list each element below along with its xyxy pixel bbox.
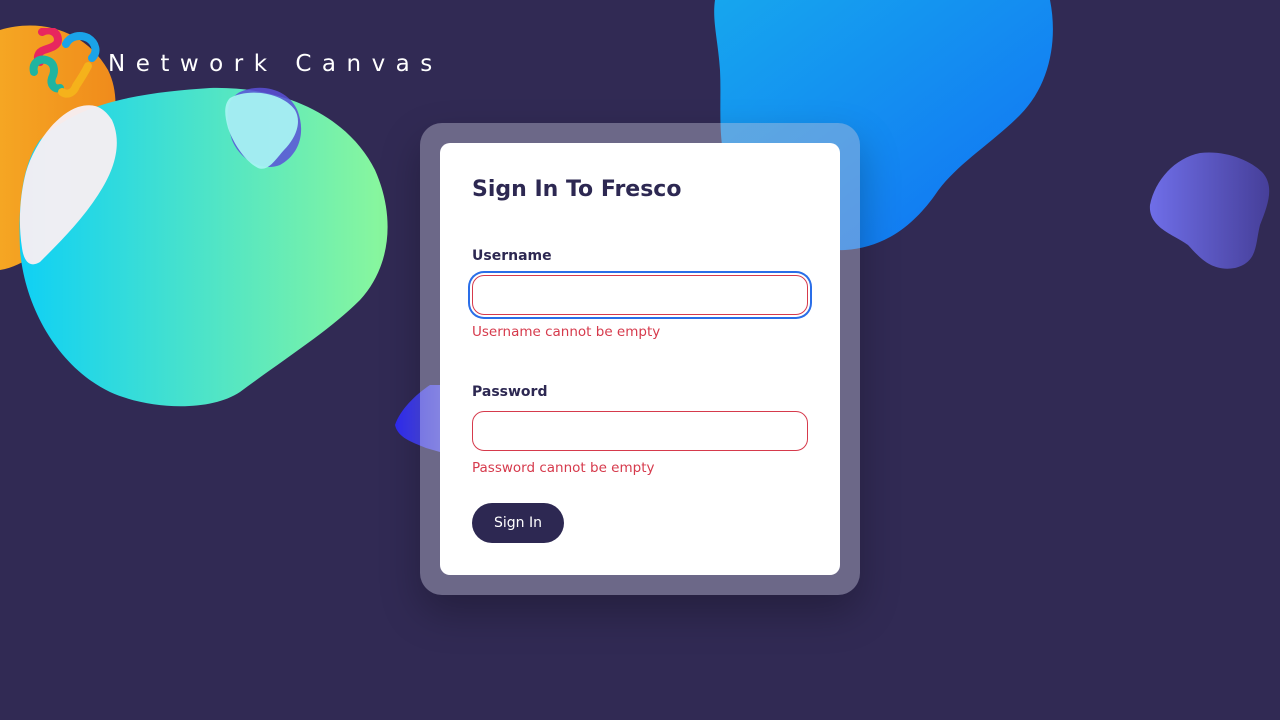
purple-blob [1149,152,1270,269]
password-label: Password [472,384,548,400]
username-input[interactable] [472,275,808,315]
sign-in-form: Sign In To Fresco Username Username cann… [440,143,840,575]
brand-header: Network Canvas [28,28,443,100]
network-canvas-logo-icon [29,28,100,98]
password-error-message: Password cannot be empty [472,460,655,476]
sign-in-page: Network Canvas Sign In To Fresco Usernam… [0,0,1280,720]
sign-in-button[interactable]: Sign In [472,503,564,543]
sign-in-panel-frame: Sign In To Fresco Username Username cann… [420,123,860,595]
brand-title: Network Canvas [108,50,443,77]
form-title: Sign In To Fresco [472,177,682,202]
password-input[interactable] [472,411,808,451]
username-error-message: Username cannot be empty [472,324,661,340]
username-label: Username [472,248,552,264]
